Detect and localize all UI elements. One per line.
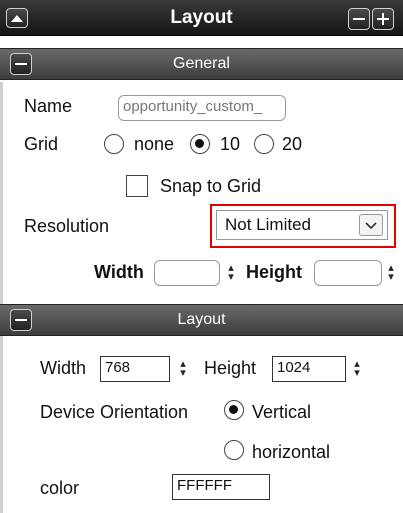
res-width-stepper[interactable]: ▴ ▾ <box>226 263 236 283</box>
plus-icon <box>377 13 389 25</box>
grid-20-label: 20 <box>282 134 303 154</box>
remove-button[interactable] <box>348 8 370 30</box>
grid-none-radio[interactable] <box>104 134 124 154</box>
layout-height-input[interactable]: 1024 <box>272 356 346 382</box>
layout-width-input[interactable]: 768 <box>100 356 170 382</box>
resolution-value: Not Limited <box>225 215 311 234</box>
chevron-down-icon <box>365 222 377 230</box>
layout-width-label: Width <box>40 358 87 378</box>
snap-to-grid-label: Snap to Grid <box>160 176 262 196</box>
name-input[interactable]: opportunity_custom_ <box>118 95 286 121</box>
res-width-label: Width <box>94 262 144 282</box>
left-edge <box>0 82 3 513</box>
orientation-horizontal-label: horizontal <box>252 442 331 462</box>
res-height-stepper[interactable]: ▴ ▾ <box>386 263 396 283</box>
orientation-vertical-radio[interactable] <box>224 400 244 420</box>
snap-to-grid-checkbox[interactable] <box>126 175 148 197</box>
res-height-input[interactable] <box>314 260 382 286</box>
res-width-input[interactable] <box>154 260 220 286</box>
window-title: Layout <box>170 7 233 28</box>
grid-20-radio[interactable] <box>254 134 274 154</box>
dropdown-button[interactable] <box>359 214 383 236</box>
grid-10-label: 10 <box>220 134 241 154</box>
grid-label: Grid <box>24 134 59 154</box>
orientation-horizontal-radio[interactable] <box>224 440 244 460</box>
orientation-vertical-label: Vertical <box>252 402 312 422</box>
add-button[interactable] <box>372 8 394 30</box>
layout-width-stepper[interactable]: ▴ ▾ <box>178 359 188 379</box>
minus-icon <box>353 18 365 20</box>
resolution-label: Resolution <box>24 216 110 236</box>
grid-10-radio[interactable] <box>190 134 210 154</box>
color-label: color <box>40 478 80 498</box>
device-orientation-label: Device Orientation <box>40 402 189 422</box>
layout-height-stepper[interactable]: ▴ ▾ <box>352 359 362 379</box>
layout-section-label: Layout <box>177 311 226 328</box>
color-input[interactable]: FFFFFF <box>172 474 270 500</box>
res-height-label: Height <box>246 262 302 282</box>
general-section-label: General <box>173 55 230 72</box>
resolution-select[interactable]: Not Limited <box>216 210 388 240</box>
layout-height-label: Height <box>204 358 257 378</box>
name-label: Name <box>24 96 73 116</box>
grid-none-label: none <box>134 134 175 154</box>
